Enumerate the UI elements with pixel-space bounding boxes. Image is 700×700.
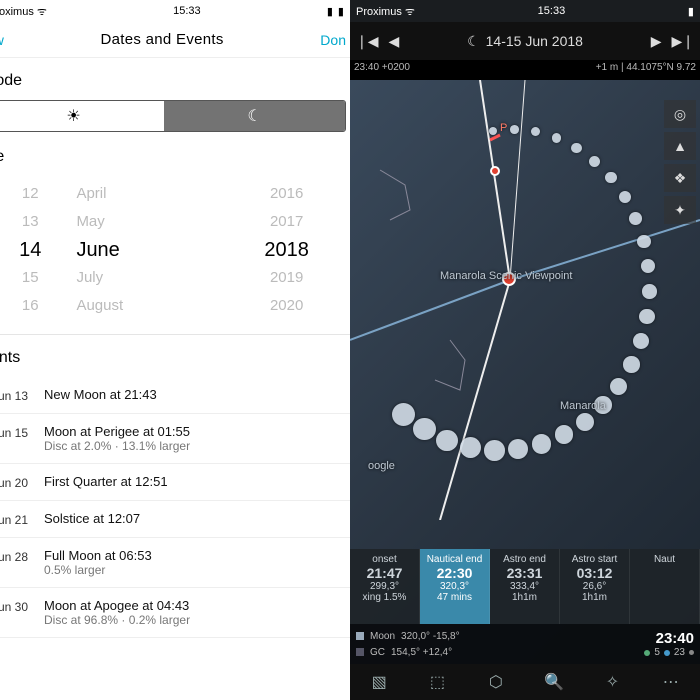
tab-more-icon[interactable]: ⋯ <box>642 664 700 700</box>
status-bar-right: Proximus ᯤ 15:33 ▮ <box>350 0 700 22</box>
tab-ar-icon[interactable]: ⬚ <box>408 664 466 700</box>
moon-position <box>639 309 654 324</box>
next-button[interactable]: ▶ <box>651 33 662 50</box>
month-wheel[interactable]: April May June July August <box>68 180 229 320</box>
event-date: Jun 15 <box>0 424 44 440</box>
day-wheel[interactable]: 12 13 14 15 16 <box>0 180 68 320</box>
events-list: Jun 13 New Moon at 21:43Jun 15 Moon at P… <box>0 377 350 638</box>
year-wheel[interactable]: 2016 2017 2018 2019 2020 <box>229 180 344 320</box>
moon-icon: ☾ <box>467 33 480 50</box>
moon-position <box>576 413 594 431</box>
map-poi: Manarola <box>560 400 606 412</box>
twilight-card[interactable]: Astro end23:31333,4°1h1m <box>490 549 560 624</box>
event-title: New Moon at 21:43 <box>44 387 346 402</box>
twilight-card[interactable]: Astro start03:1226,6°1h1m <box>560 549 630 624</box>
moon-icon: ☾ <box>247 106 261 126</box>
data-strip: Moon 320,0° -15,8° GC 154,5° +12,4° 23:4… <box>350 624 700 664</box>
event-date: Jun 30 <box>0 598 44 614</box>
back-button[interactable]: ow <box>0 32 4 48</box>
moon-position <box>589 156 600 167</box>
red-marker <box>490 166 500 176</box>
moon-position <box>619 191 631 203</box>
tool-target-icon[interactable]: ◎ <box>664 100 696 128</box>
event-title: Moon at Apogee at 04:43Disc at 96.8% · 0… <box>44 598 346 627</box>
event-date: Jun 13 <box>0 387 44 403</box>
page-title: Dates and Events <box>101 31 224 48</box>
moon-position <box>436 430 458 452</box>
event-title: First Quarter at 12:51 <box>44 474 346 489</box>
last-button[interactable]: ▶❘ <box>672 33 695 50</box>
status-bar-left: Proximus ᯤ 15:33 ▮▮ <box>0 0 350 22</box>
done-button[interactable]: Don <box>320 32 346 48</box>
tool-layers-icon[interactable]: ❖ <box>664 164 696 192</box>
twilight-card[interactable]: Naut <box>630 549 700 624</box>
moon-position <box>571 143 581 153</box>
event-row[interactable]: Jun 28 Full Moon at 06:530.5% larger <box>0 538 350 588</box>
moon-position <box>629 212 642 225</box>
moon-position <box>413 418 435 440</box>
tab-map-icon[interactable]: ▧ <box>350 664 408 700</box>
first-button[interactable]: ❘◀ <box>356 33 379 50</box>
tool-terrain-icon[interactable]: ▲ <box>664 132 696 160</box>
event-date: Jun 28 <box>0 548 44 564</box>
nav-bar: ow Dates and Events Don <box>0 22 350 58</box>
map-poi: oogle <box>368 460 395 472</box>
moon-position <box>460 437 481 458</box>
date-label[interactable]: ☾ 14-15 Jun 2018 <box>467 33 583 50</box>
bottom-tabs[interactable]: ▧ ⬚ ⬡ 🔍 ✧ ⋯ <box>350 664 700 700</box>
twilight-cards[interactable]: onset21:47299,3°xing 1.5%Nautical end22:… <box>350 549 700 624</box>
event-row[interactable]: Jun 15 Moon at Perigee at 01:55Disc at 2… <box>0 414 350 464</box>
prev-button[interactable]: ◀ <box>389 33 400 50</box>
twilight-card[interactable]: Nautical end22:30320,3°47 mins <box>420 549 490 624</box>
current-time: 23:40 <box>644 630 694 647</box>
event-row[interactable]: Jun 21 Solstice at 12:07 <box>0 501 350 538</box>
event-date: Jun 21 <box>0 511 44 527</box>
event-title: Moon at Perigee at 01:55Disc at 2.0% · 1… <box>44 424 346 453</box>
date-header: ate <box>0 134 350 176</box>
events-header: vents <box>0 335 350 377</box>
date-picker[interactable]: 12 13 14 15 16 April May June July Augus… <box>0 176 350 335</box>
event-date: Jun 20 <box>0 474 44 490</box>
moon-position <box>532 434 551 453</box>
moon-position <box>489 127 497 135</box>
moon-position <box>605 172 617 184</box>
sun-mode[interactable]: ☀ <box>0 101 164 131</box>
tab-search-icon[interactable]: 🔍 <box>525 664 583 700</box>
event-row[interactable]: Jun 13 New Moon at 21:43 <box>0 377 350 414</box>
map-poi: Manarola Scenic Viewpoint <box>440 270 572 282</box>
date-nav: ❘◀ ◀ ☾ 14-15 Jun 2018 ▶ ▶❘ <box>350 22 700 60</box>
event-row[interactable]: Jun 20 First Quarter at 12:51 <box>0 464 350 501</box>
tool-strip: ◎ ▲ ❖ ✦ <box>664 100 698 224</box>
twilight-card[interactable]: onset21:47299,3°xing 1.5% <box>350 549 420 624</box>
moon-position <box>623 356 639 372</box>
tab-3d-icon[interactable]: ⬡ <box>467 664 525 700</box>
mode-segmented[interactable]: ☀ ☾ <box>0 100 346 132</box>
moon-position <box>637 235 650 248</box>
info-bar: 23:40 +0200 +1 m | 44.1075°N 9.72 <box>350 60 700 80</box>
sun-icon: ☀ <box>66 106 80 126</box>
moon-position <box>510 125 519 134</box>
mode-header: Mode <box>0 58 350 100</box>
event-title: Full Moon at 06:530.5% larger <box>44 548 346 577</box>
moon-position <box>610 378 627 395</box>
map-poi: P <box>500 122 507 134</box>
moon-mode[interactable]: ☾ <box>164 101 345 131</box>
event-title: Solstice at 12:07 <box>44 511 346 526</box>
moon-position <box>642 284 657 299</box>
tool-satellite-icon[interactable]: ✦ <box>664 196 696 224</box>
moon-position <box>392 403 415 426</box>
moon-position <box>633 333 649 349</box>
event-row[interactable]: Jun 30 Moon at Apogee at 04:43Disc at 96… <box>0 588 350 638</box>
tab-scene-icon[interactable]: ✧ <box>583 664 641 700</box>
moon-position <box>484 440 505 461</box>
wifi-icon: ᯤ <box>37 6 47 18</box>
